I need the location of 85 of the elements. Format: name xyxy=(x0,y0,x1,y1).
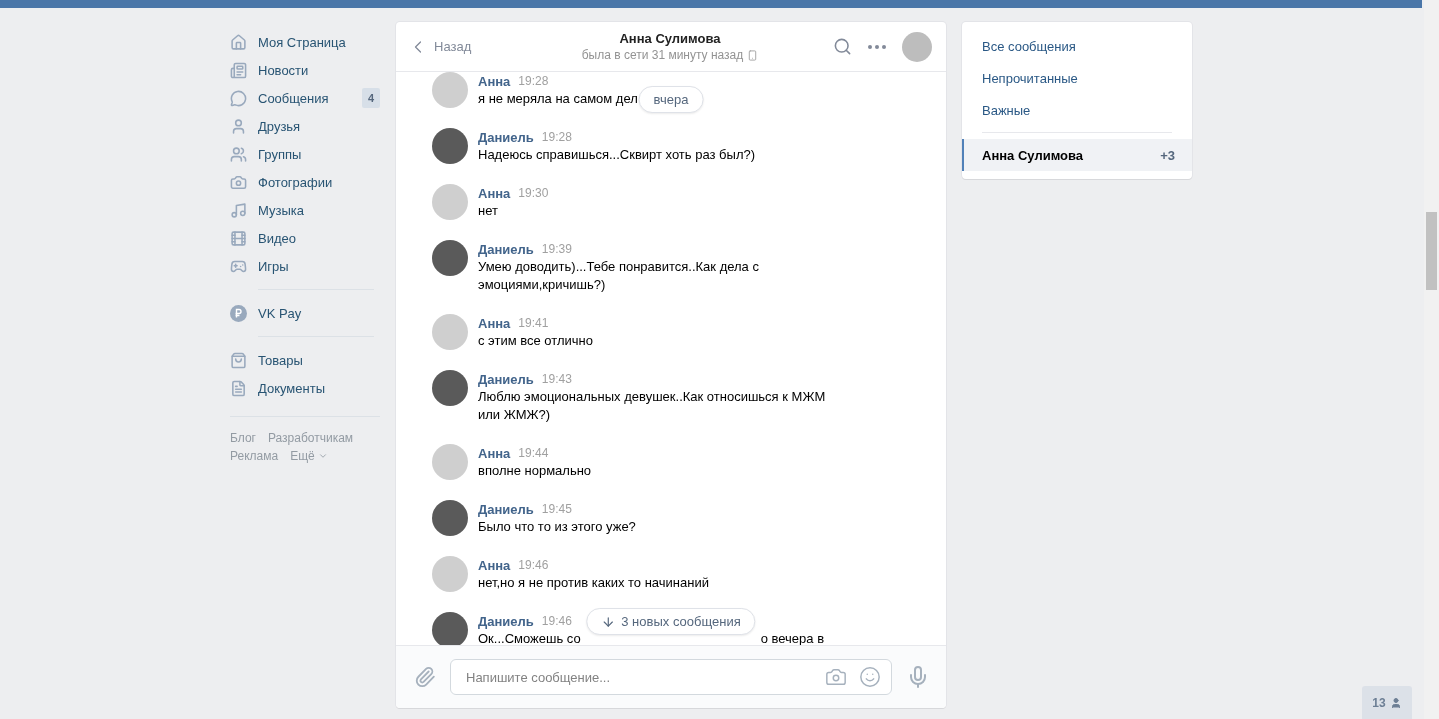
message-time: 19:28 xyxy=(518,74,549,88)
smiley-icon[interactable] xyxy=(859,666,881,688)
filter-link[interactable]: Непрочитанные xyxy=(962,62,1192,94)
back-link[interactable]: Назад xyxy=(408,36,558,57)
arrow-down-icon xyxy=(601,614,616,629)
camera-icon xyxy=(230,173,247,191)
message-text: нет xyxy=(478,202,498,220)
message-author[interactable]: Даниель xyxy=(478,613,534,629)
phone-icon xyxy=(747,49,759,61)
film-icon xyxy=(230,229,247,247)
avatar[interactable] xyxy=(432,612,468,645)
message-author[interactable]: Даниель xyxy=(478,371,534,387)
sidebar-item[interactable]: Музыка xyxy=(230,196,380,224)
avatar[interactable] xyxy=(432,370,468,406)
message-text: о вечера в xyxy=(760,630,825,645)
message-author[interactable]: Анна xyxy=(478,185,511,201)
message-author[interactable]: Анна xyxy=(478,315,511,331)
person-icon xyxy=(1389,696,1402,709)
message-time: 19:45 xyxy=(541,502,572,516)
avatar[interactable] xyxy=(432,128,468,164)
newspaper-icon xyxy=(230,61,247,79)
sidebar-item[interactable]: Группы xyxy=(230,140,380,168)
avatar[interactable] xyxy=(432,240,468,276)
online-friends-button[interactable]: 13 xyxy=(1362,686,1412,719)
message-author[interactable]: Даниель xyxy=(478,241,534,257)
message-text: Было что то из этого уже? xyxy=(478,518,636,536)
online-status: была в сети 31 минуту назад xyxy=(581,48,744,62)
date-label: вчера xyxy=(638,86,704,113)
message-time: 19:43 xyxy=(541,372,572,386)
sidebar-item[interactable]: Фотографии xyxy=(230,168,380,196)
sidebar-item[interactable]: Товары xyxy=(230,346,380,374)
chevron-down-icon xyxy=(317,451,328,461)
attach-button[interactable] xyxy=(414,666,436,688)
conversation-item[interactable]: Анна Сулимова +3 xyxy=(962,139,1192,171)
document-icon xyxy=(230,379,247,397)
new-messages-button[interactable]: 3 новых сообщения xyxy=(586,608,756,635)
sidebar-item[interactable]: VK Pay xyxy=(230,299,380,327)
avatar[interactable] xyxy=(432,500,468,536)
message-author[interactable]: Даниель xyxy=(478,129,534,145)
person-icon xyxy=(230,117,247,135)
message-time: 19:30 xyxy=(518,186,549,200)
message-time: 19:44 xyxy=(518,446,549,460)
sidebar-item[interactable]: Документы xyxy=(230,374,380,402)
message-author[interactable]: Анна xyxy=(478,445,511,461)
sidebar-item[interactable]: Друзья xyxy=(230,112,380,140)
message-text: Ок...Сможешь со xyxy=(478,630,581,645)
people-icon xyxy=(230,145,247,163)
home-icon xyxy=(230,33,247,51)
filter-link[interactable]: Все сообщения xyxy=(962,30,1192,62)
paperclip-icon xyxy=(414,666,436,688)
message-text: нет,но я не против каких то начинаний xyxy=(478,574,709,592)
camera-icon[interactable] xyxy=(825,666,847,688)
message-time: 19:28 xyxy=(541,130,572,144)
ruble-coin-icon xyxy=(230,304,247,322)
sidebar-item[interactable]: Видео xyxy=(230,224,380,252)
message-text: Надеюсь справишься...Сквирт хоть раз был?) xyxy=(478,146,756,164)
sidebar-item[interactable]: Моя Страница xyxy=(230,28,380,56)
message-author[interactable]: Анна xyxy=(478,557,511,573)
message-time: 19:46 xyxy=(541,614,572,628)
filter-link[interactable]: Важные xyxy=(962,94,1192,126)
unread-count: 4 xyxy=(361,88,380,108)
bag-icon xyxy=(230,351,247,369)
search-icon xyxy=(833,37,852,56)
message-text: Умею доводить)...Тебе понравится..Как дела с эмоциями,кричишь?) xyxy=(478,258,760,294)
message-text: я не меряла на самом дел xyxy=(478,90,638,108)
message-time: 19:46 xyxy=(518,558,549,572)
sidebar-item[interactable]: Сообщения 4 xyxy=(230,84,380,112)
search-button[interactable] xyxy=(833,37,852,56)
message-text: вполне нормально xyxy=(478,462,592,480)
music-note-icon xyxy=(230,201,247,219)
message-text: Люблю эмоциональных девушек..Как относишься к МЖМ или ЖМЖ?) xyxy=(478,388,827,424)
chat-bubble-icon xyxy=(230,89,247,107)
message-time: 19:39 xyxy=(541,242,572,256)
more-icon xyxy=(868,44,886,49)
message-author[interactable]: Анна xyxy=(478,73,511,89)
sidebar-item[interactable]: Игры xyxy=(230,252,380,280)
message-time: 19:41 xyxy=(518,316,549,330)
more-button[interactable] xyxy=(868,44,886,49)
message-author[interactable]: Даниель xyxy=(478,501,534,517)
message-input[interactable]: Напишите сообщение... xyxy=(464,668,813,686)
chat-title: Анна Сулимова xyxy=(619,31,721,46)
message-text: с этим все отлично xyxy=(478,332,593,350)
message-field[interactable]: Напишите сообщение... xyxy=(450,659,892,695)
scrollbar[interactable] xyxy=(1424,0,1439,719)
sidebar-item[interactable]: Новости xyxy=(230,56,380,84)
